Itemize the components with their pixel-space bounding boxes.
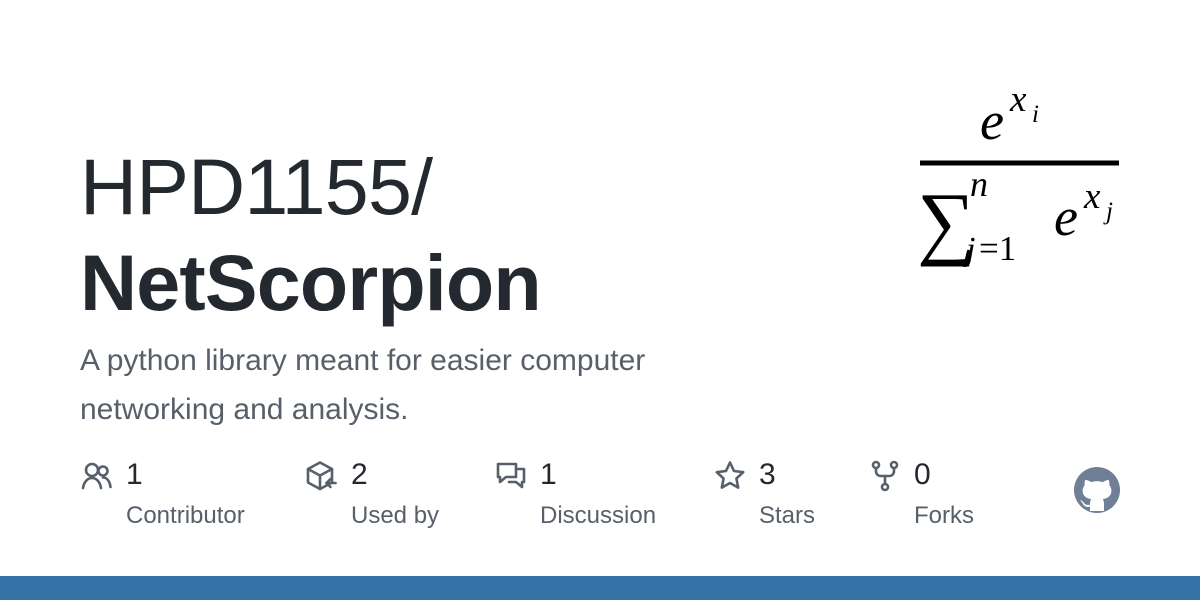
- star-icon: [713, 459, 747, 493]
- forks-count: 0: [914, 458, 931, 491]
- repo-forked-icon: [868, 459, 902, 493]
- repository-social-card: HPD1155/ NetScorpion e x i ∑ n j =1 e x …: [0, 0, 1200, 600]
- used-by-count: 2: [351, 458, 368, 491]
- repository-title: HPD1155/ NetScorpion: [80, 139, 860, 331]
- svg-text:x: x: [1009, 80, 1027, 120]
- stars-count: 3: [759, 458, 776, 491]
- comment-discussion-icon: [494, 459, 528, 493]
- svg-text:j: j: [1103, 198, 1113, 225]
- svg-text:=1: =1: [979, 229, 1016, 268]
- contributors-count: 1: [126, 458, 143, 491]
- svg-text:e: e: [1054, 187, 1078, 247]
- stars-label: Stars: [759, 502, 816, 529]
- svg-text:x: x: [1083, 176, 1101, 217]
- svg-text:i: i: [1032, 101, 1039, 128]
- people-icon: [80, 459, 114, 493]
- repository-avatar: e x i ∑ n j =1 e x j: [912, 79, 1126, 278]
- github-mark-icon[interactable]: [1073, 466, 1121, 514]
- contributors-label: Contributor: [126, 502, 245, 529]
- forks-label: Forks: [914, 502, 974, 529]
- used-by-label: Used by: [351, 502, 440, 529]
- repository-description: A python library meant for easier comput…: [80, 344, 646, 426]
- discussions-count: 1: [540, 458, 557, 491]
- svg-text:e: e: [980, 91, 1004, 151]
- repository-owner: HPD1155/: [80, 141, 433, 231]
- repository-stats: 1 Contributor 2 Used by 1 Discussion 3 S…: [80, 454, 1120, 544]
- discussions-label: Discussion: [540, 502, 657, 529]
- package-dependents-icon: [305, 459, 339, 493]
- repository-name: NetScorpion: [80, 237, 542, 327]
- language-color-bar: [0, 576, 1200, 600]
- softmax-formula-image: e x i ∑ n j =1 e x j: [917, 79, 1119, 268]
- svg-text:n: n: [970, 164, 988, 204]
